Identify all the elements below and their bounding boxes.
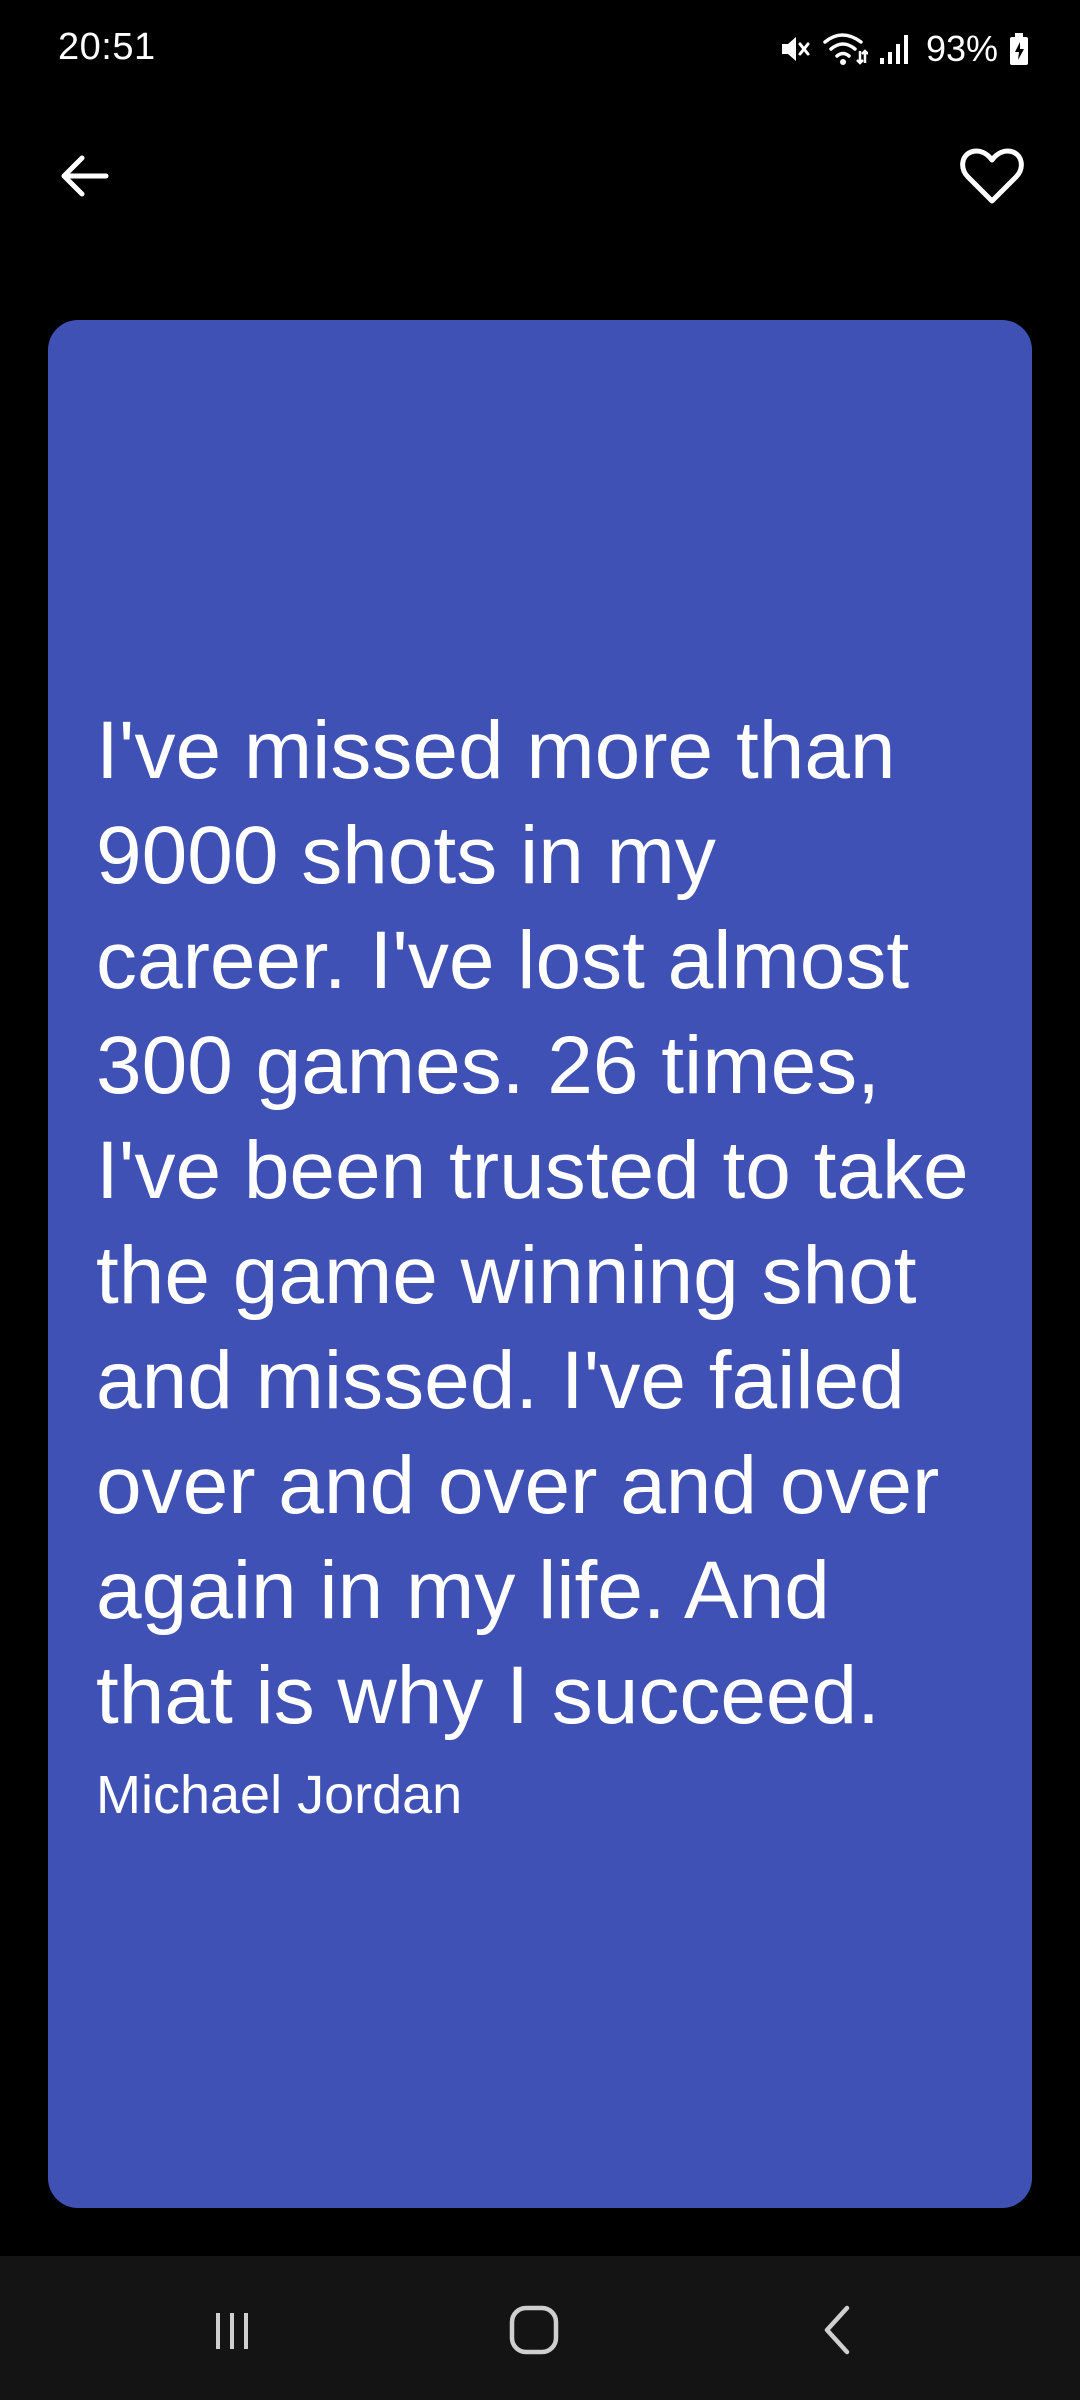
favorite-button[interactable] [952, 142, 1032, 214]
back-icon [813, 2302, 863, 2363]
system-back-button[interactable] [788, 2292, 888, 2372]
battery-charging-icon [1008, 32, 1030, 66]
home-icon [506, 2302, 562, 2363]
wifi-icon [822, 31, 868, 67]
battery-percent: 93% [925, 28, 998, 69]
arrow-back-icon [56, 148, 112, 209]
quote-card: I've missed more than 9000 shots in my c… [48, 320, 1032, 2208]
navigation-bar [0, 2256, 1080, 2400]
app-bar [0, 120, 1080, 230]
home-button[interactable] [484, 2292, 584, 2372]
back-button[interactable] [48, 142, 120, 214]
recents-button[interactable] [182, 2292, 282, 2372]
quote-text: I've missed more than 9000 shots in my c… [96, 705, 969, 1741]
heart-outline-icon [960, 147, 1024, 210]
status-icons: 93% [778, 24, 1030, 74]
signal-icon [878, 32, 910, 66]
quote-author: Michael Jordan [96, 1765, 463, 1825]
mute-icon [778, 32, 812, 66]
recents-icon [207, 2305, 257, 2360]
status-bar: 20:51 93% [0, 0, 1080, 100]
status-time: 20:51 [58, 26, 156, 68]
